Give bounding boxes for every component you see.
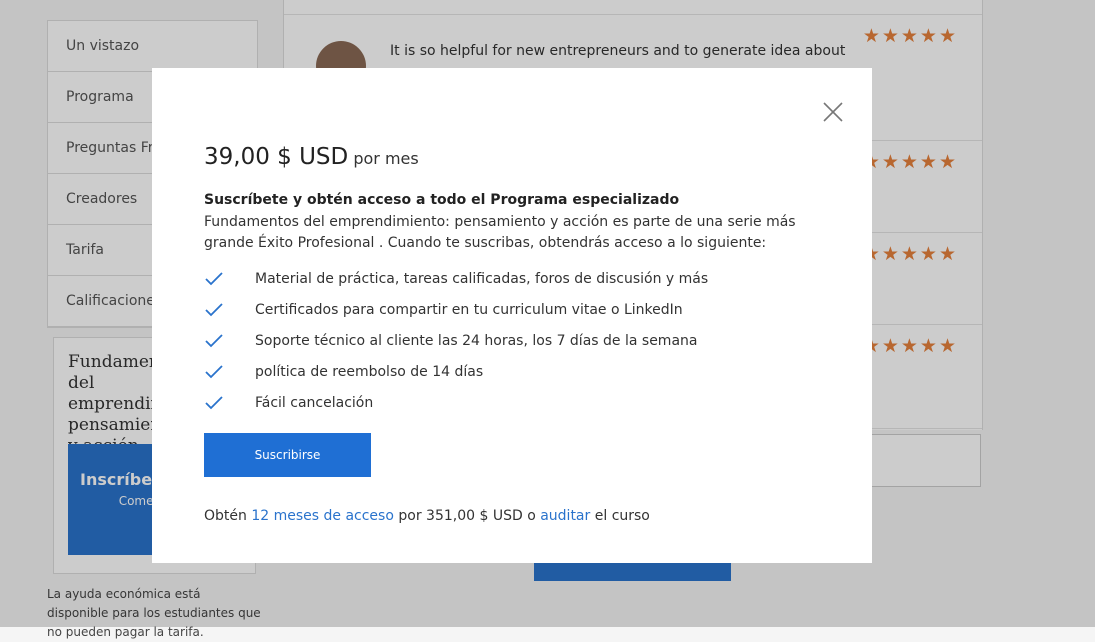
- price-period: por mes: [353, 149, 419, 168]
- checkmark-icon: [205, 364, 223, 378]
- checkmark-icon: [205, 271, 223, 285]
- benefit-item: política de reembolso de 14 días: [204, 356, 708, 387]
- price-amount: 39,00 $ USD: [204, 144, 349, 170]
- benefit-text: Soporte técnico al cliente las 24 horas,…: [255, 332, 698, 349]
- subscription-modal: 39,00 $ USD por mes Suscríbete y obtén a…: [152, 68, 872, 563]
- subscribe-button[interactable]: Suscribirse: [204, 433, 371, 477]
- offer-suffix: el curso: [594, 508, 650, 524]
- benefit-text: Fácil cancelación: [255, 394, 374, 411]
- checkmark-icon: [205, 302, 223, 316]
- benefit-text: Certificados para compartir en tu curric…: [255, 301, 683, 318]
- checkmark-icon: [205, 395, 223, 409]
- subscription-description: Fundamentos del emprendimiento: pensamie…: [204, 214, 796, 251]
- benefit-item: Material de práctica, tareas calificadas…: [204, 263, 708, 294]
- benefit-text: Material de práctica, tareas calificadas…: [255, 270, 709, 287]
- benefit-item: Fácil cancelación: [204, 387, 708, 418]
- benefits-list: Material de práctica, tareas calificadas…: [204, 263, 708, 418]
- close-icon: [823, 102, 843, 122]
- benefit-text: política de reembolso de 14 días: [255, 363, 484, 380]
- benefit-item: Certificados para compartir en tu curric…: [204, 294, 708, 325]
- offer-prefix: Obtén: [204, 508, 247, 524]
- audit-link[interactable]: auditar: [540, 508, 590, 524]
- benefit-item: Soporte técnico al cliente las 24 horas,…: [204, 325, 708, 356]
- checkmark-icon: [205, 333, 223, 347]
- offer-middle: por 351,00 $ USD o: [398, 508, 536, 524]
- annual-offer-line: Obtén 12 meses de acceso por 351,00 $ US…: [204, 508, 650, 524]
- price-line: 39,00 $ USD por mes: [204, 144, 419, 170]
- subscription-headline: Suscríbete y obtén acceso a todo el Prog…: [204, 192, 680, 208]
- twelve-month-access-link[interactable]: 12 meses de acceso: [251, 508, 394, 524]
- close-button[interactable]: [820, 99, 846, 125]
